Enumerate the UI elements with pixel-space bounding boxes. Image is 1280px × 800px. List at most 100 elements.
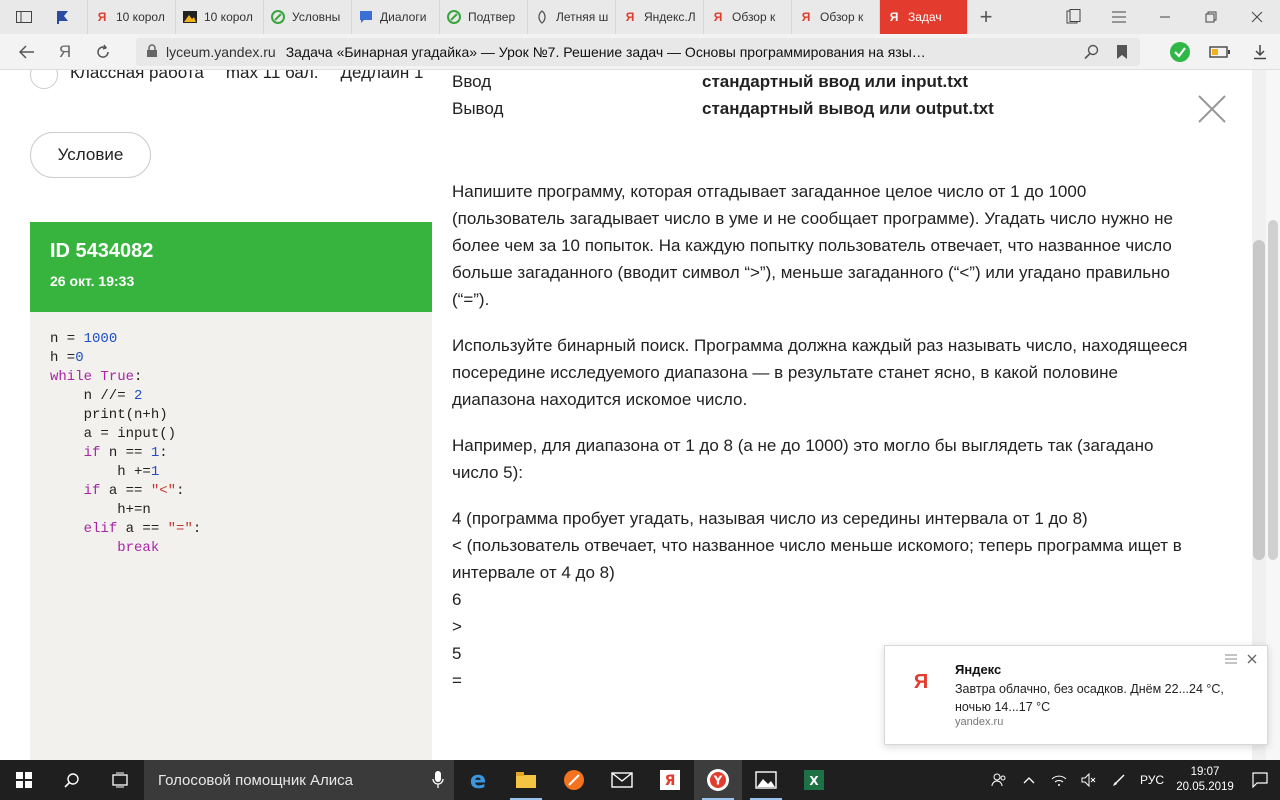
- file-explorer-icon[interactable]: [502, 760, 550, 800]
- url-page-title: Задача «Бинарная угадайка» — Урок №7. Ре…: [285, 44, 926, 60]
- svg-text:Y: Y: [713, 774, 723, 788]
- yandex-icon: Я: [625, 10, 635, 24]
- browser-tab-label: Диалоги: [380, 10, 427, 24]
- page-scrollbar[interactable]: [1266, 70, 1280, 760]
- page-scrollbar-thumb[interactable]: [1268, 220, 1278, 560]
- browser-tab[interactable]: 10 корол: [176, 0, 264, 34]
- draw-app-icon[interactable]: [550, 760, 598, 800]
- tab-bar: Я 10 корол 10 корол Условны Диалоги Подтвер Ле…: [0, 0, 1280, 34]
- battery-icon[interactable]: [1200, 46, 1240, 58]
- flag-icon: [54, 9, 70, 25]
- browser-tab-label: Обзор к: [820, 10, 864, 24]
- browser-tab-label: Обзор к: [732, 10, 776, 24]
- excel-icon[interactable]: X: [790, 760, 838, 800]
- browser-tab[interactable]: Диалоги: [352, 0, 440, 34]
- input-label: Ввод: [452, 72, 492, 91]
- new-tab-button[interactable]: +: [968, 0, 1004, 34]
- output-value: стандартный вывод или output.txt: [702, 99, 994, 118]
- chat-icon: [358, 9, 374, 25]
- condition-button[interactable]: Условие: [30, 132, 151, 178]
- browser-tab[interactable]: Я Обзор к: [792, 0, 880, 34]
- task-description: Напишите программу, которая отгадывает з…: [452, 178, 1192, 694]
- alice-search-field[interactable]: Голосовой помощник Алиса: [144, 760, 454, 800]
- pen-icon[interactable]: [1104, 773, 1134, 787]
- volume-muted-icon[interactable]: [1074, 773, 1104, 787]
- chevron-up-icon[interactable]: [1014, 776, 1044, 784]
- yandex-logo-icon: Я: [907, 668, 935, 696]
- browser-tab[interactable]: Я 10 корол: [88, 0, 176, 34]
- reload-icon[interactable]: [84, 34, 122, 70]
- task-paragraph: Используйте бинарный поиск. Программа до…: [452, 336, 1188, 409]
- yandex-browser-icon[interactable]: Y: [694, 760, 742, 800]
- lyceum-icon: [446, 9, 462, 25]
- download-icon[interactable]: [1240, 44, 1280, 60]
- notification-body: Завтра облачно, без осадков. Днём 22...2…: [955, 682, 1224, 714]
- notification-toast[interactable]: Я Яндекс Завтра облачно, без осадков. Дн…: [884, 645, 1268, 745]
- close-modal-icon[interactable]: [1197, 94, 1227, 124]
- people-icon[interactable]: [984, 772, 1014, 788]
- search-icon[interactable]: [48, 760, 96, 800]
- classwork-label: Классная работа: [70, 70, 204, 82]
- deadline: Дедлайн 1: [340, 70, 424, 82]
- sidebar-toggle-icon[interactable]: [0, 0, 48, 34]
- browser-tab[interactable]: Подтвер: [440, 0, 528, 34]
- output-label: Вывод: [452, 99, 504, 118]
- browser-tab-label: Яндекс.Л: [644, 10, 696, 24]
- browser-tab[interactable]: Я Яндекс.Л: [616, 0, 704, 34]
- wifi-icon[interactable]: [1044, 774, 1074, 786]
- yandex-icon: Я: [713, 10, 723, 24]
- task-paragraph: Напишите программу, которая отгадывает з…: [452, 182, 1173, 309]
- leaf-icon: [534, 9, 550, 25]
- browser-tab[interactable]: [48, 0, 88, 34]
- back-icon[interactable]: [8, 34, 46, 70]
- close-window-icon[interactable]: [1234, 0, 1280, 34]
- example-line: 4 (программа пробует угадать, называя чи…: [452, 509, 1088, 528]
- photos-icon[interactable]: [742, 760, 790, 800]
- yandex-home-icon[interactable]: Я: [46, 34, 84, 70]
- menu-icon[interactable]: [1096, 0, 1142, 34]
- task-view-icon[interactable]: [96, 760, 144, 800]
- mail-icon[interactable]: [598, 760, 646, 800]
- submission-header[interactable]: ID 5434082 26 окт. 19:33: [30, 222, 450, 312]
- browser-tab-label: 10 корол: [204, 10, 253, 24]
- submission-code: n = 1000 h =0 while True: n //= 2 print(…: [50, 331, 202, 556]
- svg-text:X: X: [809, 774, 819, 788]
- action-center-icon[interactable]: [1240, 772, 1280, 788]
- yandex-icon: Я: [889, 10, 899, 24]
- max-score: max 11 бал.: [225, 70, 319, 82]
- browser-tab-label: Летняя ш: [556, 10, 609, 24]
- notification-title: Яндекс: [955, 662, 1002, 677]
- notification-source: yandex.ru: [955, 716, 1004, 728]
- edge-icon[interactable]: e: [454, 760, 502, 800]
- yandex-icon: Я: [801, 10, 811, 24]
- lock-icon: [146, 43, 158, 61]
- bookmark-icon[interactable]: [1116, 44, 1128, 63]
- address-bar: Я lyceum.yandex.ru Задача «Бинарная угад…: [0, 34, 1280, 70]
- translate-search-icon[interactable]: [1084, 44, 1100, 63]
- url-field[interactable]: lyceum.yandex.ru Задача «Бинарная угадай…: [136, 38, 1140, 66]
- windows-start-icon[interactable]: [0, 760, 48, 800]
- output-row: Вывод стандартный вывод или output.txt: [452, 99, 994, 119]
- notification-menu-icon[interactable]: [1225, 652, 1237, 667]
- example-line: >: [452, 617, 462, 636]
- browser-tab[interactable]: Летняя ш: [528, 0, 616, 34]
- minimize-icon[interactable]: [1142, 0, 1188, 34]
- clock[interactable]: 19:07 20.05.2019: [1170, 765, 1240, 795]
- yandex-app-icon[interactable]: Я: [646, 760, 694, 800]
- browser-tab[interactable]: Я Обзор к: [704, 0, 792, 34]
- browser-tab[interactable]: Я Задач: [880, 0, 968, 34]
- protect-check-icon[interactable]: [1160, 41, 1200, 63]
- language-indicator[interactable]: РУС: [1134, 773, 1170, 787]
- photo-icon: [182, 9, 198, 25]
- bookmark-panel-icon[interactable]: [1050, 0, 1096, 34]
- clock-time: 19:07: [1190, 766, 1220, 778]
- example-line: 6: [452, 590, 462, 609]
- status-radio[interactable]: [30, 70, 58, 89]
- notification-close-icon[interactable]: [1247, 652, 1257, 667]
- submission-id: ID 5434082: [50, 240, 154, 262]
- svg-text:Я: Я: [665, 773, 676, 789]
- modal-scrollbar-thumb[interactable]: [1253, 240, 1265, 560]
- browser-tab[interactable]: Условны: [264, 0, 352, 34]
- restore-icon[interactable]: [1188, 0, 1234, 34]
- microphone-icon[interactable]: [432, 770, 444, 794]
